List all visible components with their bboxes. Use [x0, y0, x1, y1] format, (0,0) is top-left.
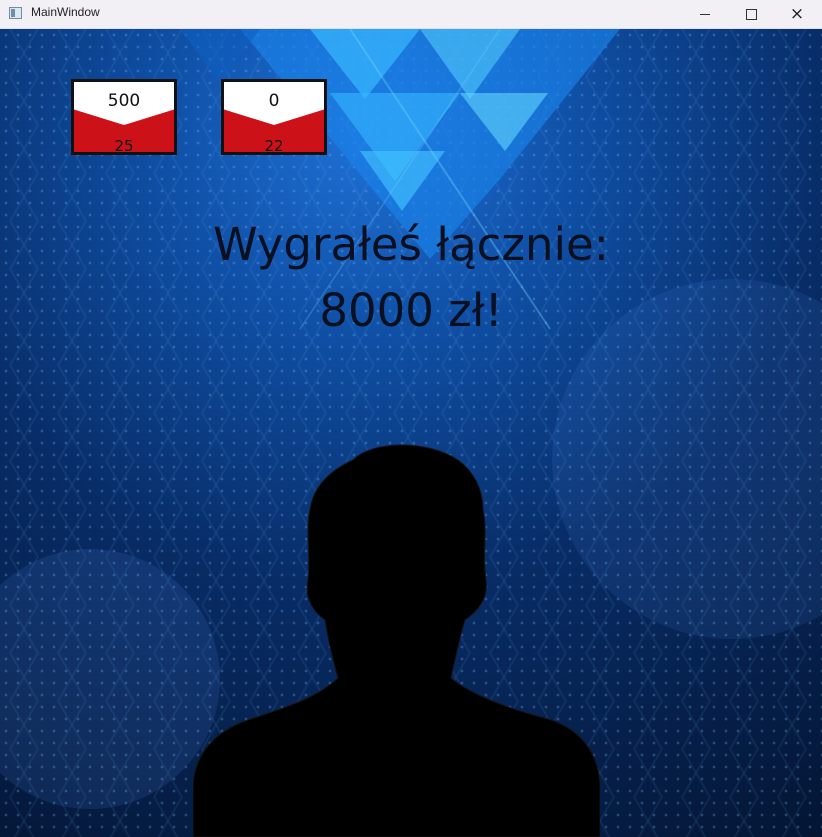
envelope-bottom-value: 22 [264, 137, 284, 155]
envelope-top-value: 500 [107, 91, 141, 111]
maximize-icon [745, 8, 757, 20]
player-silhouette [193, 444, 600, 837]
window-icon [9, 7, 22, 19]
game-screen: 500 25 0 22 Wygrałeś łącznie: 8000 zł! [0, 29, 822, 837]
close-button[interactable]: × [774, 0, 820, 28]
envelope-bottom-value: 25 [114, 137, 134, 155]
minimize-button[interactable] [682, 0, 728, 28]
minimize-icon [700, 13, 710, 15]
result-message: Wygrałeś łącznie: 8000 zł! [0, 212, 822, 344]
result-line-2: 8000 zł! [319, 284, 503, 337]
close-icon: × [789, 3, 805, 24]
result-line-1: Wygrałeś łącznie: [213, 218, 609, 271]
envelope[interactable]: 500 25 [71, 79, 177, 155]
envelope-top-value: 0 [268, 91, 280, 111]
window-title: MainWindow [31, 5, 100, 19]
main-window: MainWindow × 500 25 0 22 Wygrałeś łączni… [0, 0, 822, 837]
maximize-button[interactable] [728, 0, 774, 28]
envelope[interactable]: 0 22 [221, 79, 327, 155]
title-bar[interactable]: MainWindow × [0, 0, 822, 29]
